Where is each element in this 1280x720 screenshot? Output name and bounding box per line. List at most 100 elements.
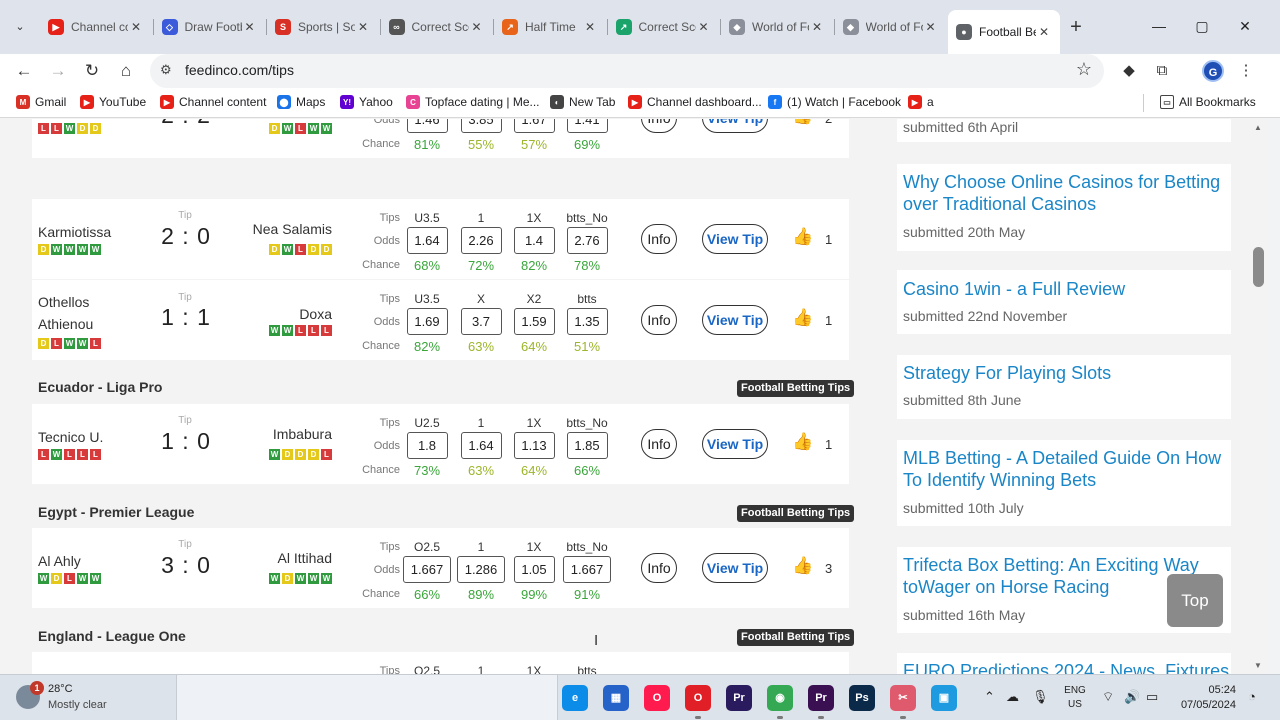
odds-box[interactable]: 3.85 xyxy=(460,119,502,133)
reload-icon[interactable]: ↻ xyxy=(80,59,104,83)
bookmark-item[interactable]: ▶ a xyxy=(908,95,934,109)
odds-box[interactable]: 1.41 xyxy=(566,119,608,133)
taskbar-search-area[interactable] xyxy=(176,675,558,720)
close-tab-icon[interactable]: ✕ xyxy=(582,20,598,34)
address-bar[interactable]: ⚙ feedinco.com/tips ☆ xyxy=(150,54,1104,88)
scroll-thumb[interactable] xyxy=(1253,247,1264,287)
league-badge[interactable]: Football Betting Tips xyxy=(737,629,855,646)
odds-box[interactable]: 1.59 xyxy=(513,308,555,335)
sidebar-article[interactable]: Why Choose Online Casinos for Betting ov… xyxy=(897,164,1231,251)
odds-box[interactable]: 1.667 xyxy=(563,556,611,583)
close-tab-icon[interactable]: ✕ xyxy=(1036,25,1052,39)
info-button[interactable]: Info xyxy=(641,553,677,583)
maximize-button[interactable]: ▢ xyxy=(1190,14,1214,38)
language-indicator[interactable]: ENG US xyxy=(1064,684,1086,712)
new-tab-button[interactable]: + xyxy=(1064,15,1088,39)
extensions-puzzle-icon[interactable]: ⧉ xyxy=(1151,60,1173,82)
sidebar-article[interactable]: Strategy For Playing Slots submitted 8th… xyxy=(897,355,1231,419)
close-tab-icon[interactable]: ✕ xyxy=(242,20,258,34)
odds-box[interactable]: 1.4 xyxy=(513,227,555,254)
browser-tab[interactable]: ◇ Draw Football Tips✕ xyxy=(154,10,266,44)
league-badge[interactable]: Football Betting Tips xyxy=(737,380,855,397)
info-button[interactable]: Info xyxy=(641,224,677,254)
battery-icon[interactable]: ▭ xyxy=(1146,689,1158,705)
chevron-up-icon[interactable]: ⌃ xyxy=(984,689,995,705)
back-arrow-icon[interactable]: ← xyxy=(12,59,36,83)
info-button[interactable]: Info xyxy=(641,119,677,133)
article-title[interactable]: Casino 1win - a Full Review xyxy=(903,278,1225,300)
menu-kebab-icon[interactable]: ⋮ xyxy=(1235,60,1257,82)
away-team-name[interactable]: Imbabura xyxy=(273,426,332,442)
close-window-button[interactable]: ✕ xyxy=(1233,14,1257,38)
extension-icon[interactable]: ◆ xyxy=(1118,60,1140,82)
all-bookmarks[interactable]: ▭ All Bookmarks xyxy=(1160,95,1256,109)
remote-icon[interactable]: ▣ xyxy=(931,685,957,711)
odds-box[interactable]: 1.64 xyxy=(460,432,502,459)
back-to-top-button[interactable]: Top xyxy=(1167,574,1223,627)
odds-box[interactable]: 1.69 xyxy=(406,308,448,335)
away-team-name[interactable]: Doxa xyxy=(299,306,332,322)
browser-tab[interactable]: ▶ Channel content✕ xyxy=(40,10,152,44)
sidebar-article[interactable]: EURO Predictions 2024 - News, Fixtures xyxy=(897,653,1231,674)
bookmark-item[interactable]: Y! Yahoo xyxy=(340,95,393,109)
article-title[interactable]: Strategy For Playing Slots xyxy=(903,362,1225,384)
odds-box[interactable]: 1.05 xyxy=(513,556,555,583)
thumbs-up-icon[interactable]: 👍 xyxy=(792,119,813,126)
odds-box[interactable]: 2.76 xyxy=(566,227,608,254)
weather-widget[interactable]: 1 28°C Mostly clear xyxy=(16,681,166,715)
site-info-icon[interactable]: ⚙ xyxy=(160,62,172,78)
bookmark-item[interactable]: M Gmail xyxy=(16,95,66,109)
volume-icon[interactable]: 🔊 xyxy=(1124,689,1140,705)
bookmark-item[interactable]: ▶ YouTube xyxy=(80,95,146,109)
odds-box[interactable]: 1.13 xyxy=(513,432,555,459)
bookmark-item[interactable]: ▶ Channel content xyxy=(160,95,266,109)
odds-box[interactable]: 1.85 xyxy=(566,432,608,459)
system-clock[interactable]: 05:24 07/05/2024 xyxy=(1176,683,1236,713)
thumbs-up-icon[interactable]: 👍 xyxy=(792,432,813,452)
url-text[interactable]: feedinco.com/tips xyxy=(185,62,294,78)
minimize-button[interactable]: — xyxy=(1147,14,1171,38)
page-scrollbar[interactable]: ▲ ▼ xyxy=(1249,119,1268,674)
wifi-icon[interactable]: ⌔ xyxy=(1102,689,1114,705)
home-team-name[interactable]: Tecnico U. xyxy=(38,426,103,448)
thumbs-up-icon[interactable]: 👍 xyxy=(792,556,813,576)
view-tip-button[interactable]: View Tip xyxy=(702,119,768,133)
view-tip-button[interactable]: View Tip xyxy=(702,429,768,459)
odds-box[interactable]: 1.64 xyxy=(406,227,448,254)
view-tip-button[interactable]: View Tip xyxy=(702,553,768,583)
opera-gx-icon[interactable]: O xyxy=(644,685,670,711)
browser-tab[interactable]: ◆ World of Football✕ xyxy=(721,10,833,44)
thumbs-up-icon[interactable]: 👍 xyxy=(792,227,813,247)
odds-box[interactable]: 1.67 xyxy=(513,119,555,133)
chrome-icon[interactable]: ◉ xyxy=(767,685,793,711)
browser-tab[interactable]: ↗ Half Time ✕ xyxy=(494,10,606,44)
odds-box[interactable]: 1.35 xyxy=(566,308,608,335)
bookmark-item[interactable]: C Topface dating | Me... xyxy=(406,95,540,109)
odds-box[interactable]: 1.667 xyxy=(403,556,451,583)
profile-avatar[interactable]: G xyxy=(1202,60,1224,82)
home-team-name[interactable]: Karmiotissa xyxy=(38,221,111,243)
browser-tab[interactable]: ◆ World of Football✕ xyxy=(835,10,947,44)
browser-tab[interactable]: S Sports | Sofascore✕ xyxy=(267,10,379,44)
browser-tab[interactable]: ● Football Betting Tips✕ xyxy=(948,10,1060,54)
info-button[interactable]: Info xyxy=(641,429,677,459)
league-badge[interactable]: Football Betting Tips xyxy=(737,505,855,522)
odds-box[interactable]: 1.286 xyxy=(457,556,505,583)
sidebar-article[interactable]: Casino 1win - a Full Review submitted 22… xyxy=(897,270,1231,334)
view-tip-button[interactable]: View Tip xyxy=(702,224,768,254)
edge-icon[interactable]: e xyxy=(562,685,588,711)
home-team-name[interactable]: Othellos Athienou xyxy=(38,291,108,335)
bookmark-item[interactable]: ⬤ Maps xyxy=(277,95,325,109)
bookmark-star-icon[interactable]: ☆ xyxy=(1076,59,1092,80)
photoshop-icon[interactable]: Ps xyxy=(849,685,875,711)
tab-search-chevron-icon[interactable]: ⌄ xyxy=(8,14,32,38)
odds-box[interactable]: 1.8 xyxy=(406,432,448,459)
close-tab-icon[interactable]: ✕ xyxy=(809,20,825,34)
browser-tab[interactable]: ∞ Correct Score✕ xyxy=(381,10,493,44)
scroll-down-icon[interactable]: ▼ xyxy=(1254,661,1262,670)
bookmark-item[interactable]: ▶ Channel dashboard... xyxy=(628,95,762,109)
article-title[interactable]: Why Choose Online Casinos for Betting ov… xyxy=(903,171,1225,215)
info-button[interactable]: Info xyxy=(641,305,677,335)
home-icon[interactable]: ⌂ xyxy=(114,59,138,83)
microphone-icon[interactable]: 🎙 xyxy=(1032,689,1049,705)
